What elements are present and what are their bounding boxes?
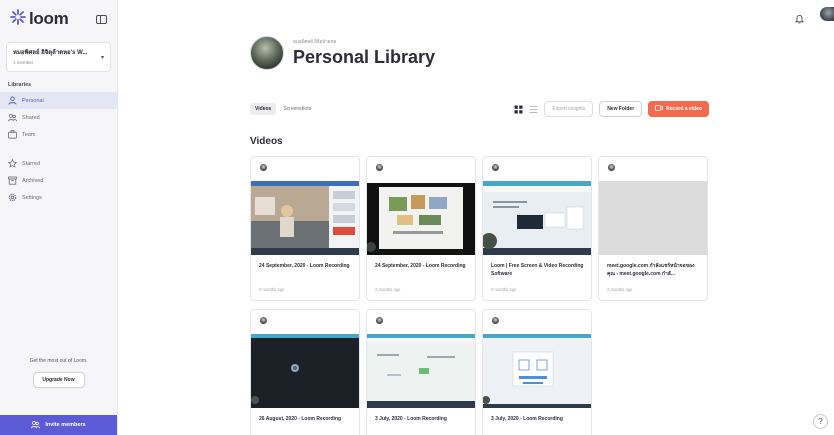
video-thumbnail <box>483 310 591 408</box>
video-title: meet.google.com กำลังแชร์หน้าจอของคุณ - … <box>607 263 695 277</box>
sidebar-item-starred[interactable]: Starred <box>0 155 117 172</box>
record-video-button[interactable]: Record a video <box>648 101 709 117</box>
workspace-switcher[interactable]: หมอพิศลย์ อิจิตุล้าดหอ's W... 1 member ▾ <box>6 42 111 72</box>
new-folder-button[interactable]: New Folder <box>599 101 643 117</box>
logo-row: loom <box>0 0 117 38</box>
creator-avatar <box>607 163 616 172</box>
creator-avatar <box>259 163 268 172</box>
creator-avatar <box>375 316 384 325</box>
archive-icon <box>8 176 17 185</box>
creator-avatar <box>491 316 500 325</box>
video-card[interactable]: 26 August, 2020 - Loom Recording <box>250 309 360 435</box>
workspace-name: หมอพิศลย์ อิจิตุล้าดหอ's W... <box>13 50 88 56</box>
video-card[interactable]: 24 September, 2020 - Loom Recording 2 mo… <box>250 156 360 301</box>
star-icon <box>8 159 17 168</box>
tab-videos[interactable]: Videos <box>250 103 277 115</box>
person-icon <box>8 96 17 105</box>
app-root: loom หมอพิศลย์ อิจิตุล้าดหอ's W... 1 mem… <box>0 0 834 435</box>
upsell-box: Get the most out of Loom. Upgrade Now <box>0 358 117 388</box>
video-card[interactable]: 24 September, 2020 - Loom Recording 2 mo… <box>366 156 476 301</box>
sidebar-item-label: Shared <box>22 114 40 121</box>
video-thumbnail <box>251 157 359 255</box>
video-card[interactable]: 3 July, 2020 - Loom Recording <box>482 309 592 435</box>
loom-logo[interactable]: loom <box>10 8 69 30</box>
video-meta: 2 months ago <box>607 287 633 292</box>
creator-avatar <box>375 163 384 172</box>
video-grid: 24 September, 2020 - Loom Recording 2 mo… <box>250 156 710 435</box>
video-thumbnail <box>251 310 359 408</box>
grid-view-icon[interactable] <box>514 105 523 114</box>
video-title: Loom | Free Screen & Video Recording Sof… <box>491 263 584 277</box>
user-avatar[interactable] <box>820 7 834 21</box>
video-title: 3 July, 2020 - Loom Recording <box>491 416 563 422</box>
invite-members-button[interactable]: Invite members <box>0 415 117 435</box>
main-content: หมอพิศลย์ อิจิตุล้าดหอ Personal Library … <box>118 0 834 435</box>
video-meta: 2 months ago <box>259 287 285 292</box>
library-header: หมอพิศลย์ อิจิตุล้าดหอ Personal Library <box>250 36 435 70</box>
record-video-label: Record a video <box>666 106 702 112</box>
sidebar: loom หมอพิศลย์ อิจิตุล้าดหอ's W... 1 mem… <box>0 0 118 435</box>
sidebar-item-archived[interactable]: Archived <box>0 172 117 189</box>
team-icon <box>8 130 17 139</box>
video-thumbnail <box>483 157 591 255</box>
video-thumbnail <box>367 310 475 408</box>
creator-avatar <box>259 316 268 325</box>
sidebar-item-team[interactable]: Team <box>0 126 117 143</box>
page-title: Personal Library <box>293 47 436 67</box>
video-meta: 2 months ago <box>491 287 517 292</box>
video-thumbnail <box>367 157 475 255</box>
sidebar-item-settings[interactable]: Settings <box>0 189 117 206</box>
video-card[interactable]: 3 July, 2020 - Loom Recording <box>366 309 476 435</box>
videos-section-title: Videos <box>250 136 283 147</box>
camera-icon <box>655 105 664 113</box>
workspace-member-count: 1 member <box>13 60 34 65</box>
video-title: 24 September, 2020 - Loom Recording <box>259 263 350 269</box>
video-meta: 2 months ago <box>375 287 401 292</box>
video-thumbnail <box>599 157 707 255</box>
owner-avatar <box>250 36 284 70</box>
sidebar-item-label: Personal <box>22 97 44 104</box>
upsell-text: Get the most out of Loom. <box>29 358 88 364</box>
sidebar-item-shared[interactable]: Shared <box>0 109 117 126</box>
upgrade-now-button[interactable]: Upgrade Now <box>32 372 85 388</box>
owner-name: หมอพิศลย์ อิจิตุล้าดหอ <box>293 39 337 44</box>
creator-avatar <box>491 163 500 172</box>
video-card[interactable]: Loom | Free Screen & Video Recording Sof… <box>482 156 592 301</box>
bell-icon[interactable] <box>794 11 805 29</box>
sidebar-item-label: Archived <box>22 177 44 184</box>
video-card[interactable]: meet.google.com กำลังแชร์หน้าจอของคุณ - … <box>598 156 708 301</box>
export-insights-button[interactable]: Export insights <box>544 101 594 117</box>
sidebar-item-personal[interactable]: Personal <box>0 92 117 109</box>
toolbar-actions: Export insights New Folder Record a vide… <box>514 101 709 117</box>
sidebar-collapse-icon[interactable] <box>96 14 107 24</box>
libraries-heading: Libraries <box>8 82 32 88</box>
tab-screenshots[interactable]: Screenshots <box>278 103 316 115</box>
sidebar-item-label: Settings <box>22 194 42 201</box>
library-toolbar: Videos Screenshots Export insights New F… <box>250 101 709 117</box>
list-view-icon[interactable] <box>529 105 538 114</box>
sidebar-item-label: Starred <box>22 160 41 167</box>
sidebar-item-label: Team <box>22 131 36 138</box>
people-icon <box>31 420 41 431</box>
logo-text: loom <box>29 9 69 28</box>
loom-burst-icon <box>10 8 26 30</box>
chevron-down-icon: ▾ <box>100 55 104 61</box>
invite-members-label: Invite members <box>45 422 86 428</box>
people-icon <box>8 113 17 122</box>
help-button[interactable]: ? <box>813 414 828 429</box>
video-title: 24 September, 2020 - Loom Recording <box>375 263 466 269</box>
video-title: 3 July, 2020 - Loom Recording <box>375 416 447 422</box>
video-title: 26 August, 2020 - Loom Recording <box>259 416 342 422</box>
gear-icon <box>8 193 17 202</box>
